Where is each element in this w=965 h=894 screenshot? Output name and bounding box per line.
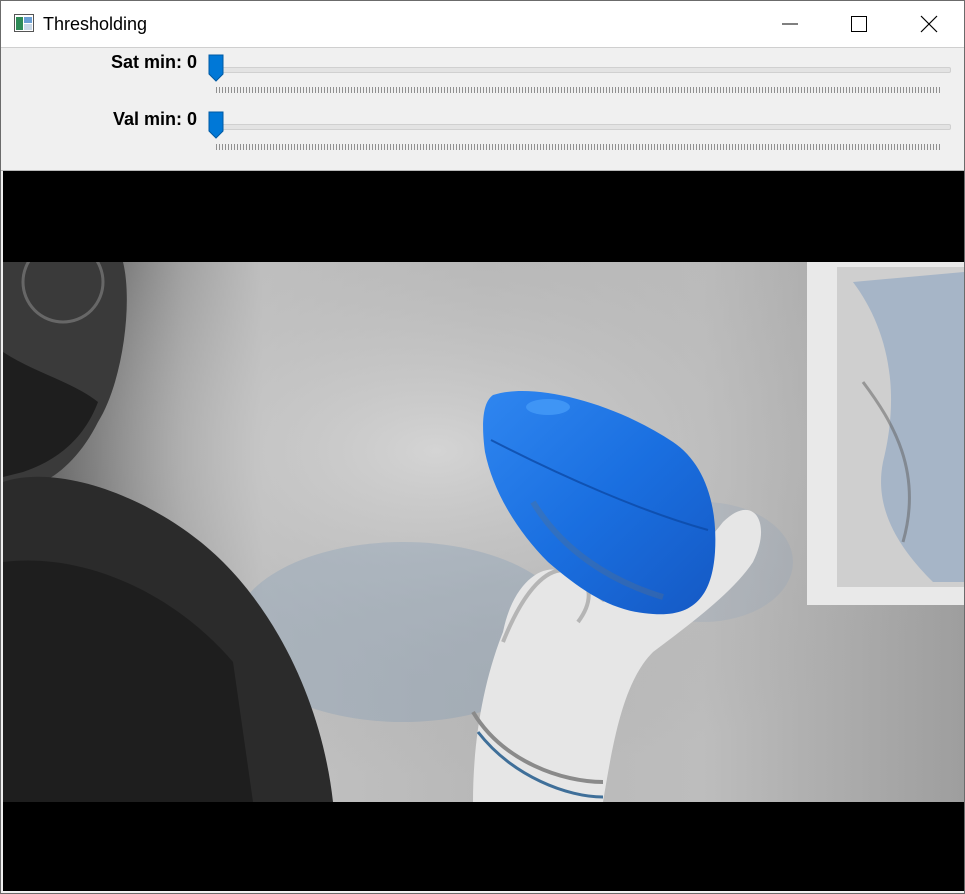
trackbar-label: Sat min: 0 [110, 52, 197, 72]
app-window-icon [14, 14, 34, 32]
trackbar-track[interactable] [216, 67, 951, 73]
camera-frame [3, 262, 964, 802]
minimize-button[interactable] [755, 1, 825, 47]
trackbar-sat-min: Sat min: 0 [1, 48, 964, 104]
image-display [3, 171, 964, 891]
maximize-icon [851, 16, 867, 32]
trackbar-val-min: Val min: 0 [1, 105, 964, 161]
trackbar-label: Val min: 0 [112, 109, 197, 129]
trackbar-ticks [216, 144, 942, 150]
trackbar-thumb[interactable] [208, 111, 224, 139]
trackbar-thumb[interactable] [208, 54, 224, 82]
maximize-button[interactable] [824, 1, 894, 47]
trackbar-panel: Sat min: 0 Val min: 0 [1, 48, 964, 171]
close-button[interactable] [894, 1, 964, 47]
window-title: Thresholding [43, 14, 148, 34]
trackbar-track[interactable] [216, 124, 951, 130]
app-window: Thresholding Sat min: 0 Val min: 0 [0, 0, 965, 894]
close-icon [920, 15, 938, 33]
minimize-icon [782, 23, 798, 25]
trackbar-ticks [216, 87, 942, 93]
title-bar[interactable]: Thresholding [1, 1, 964, 48]
